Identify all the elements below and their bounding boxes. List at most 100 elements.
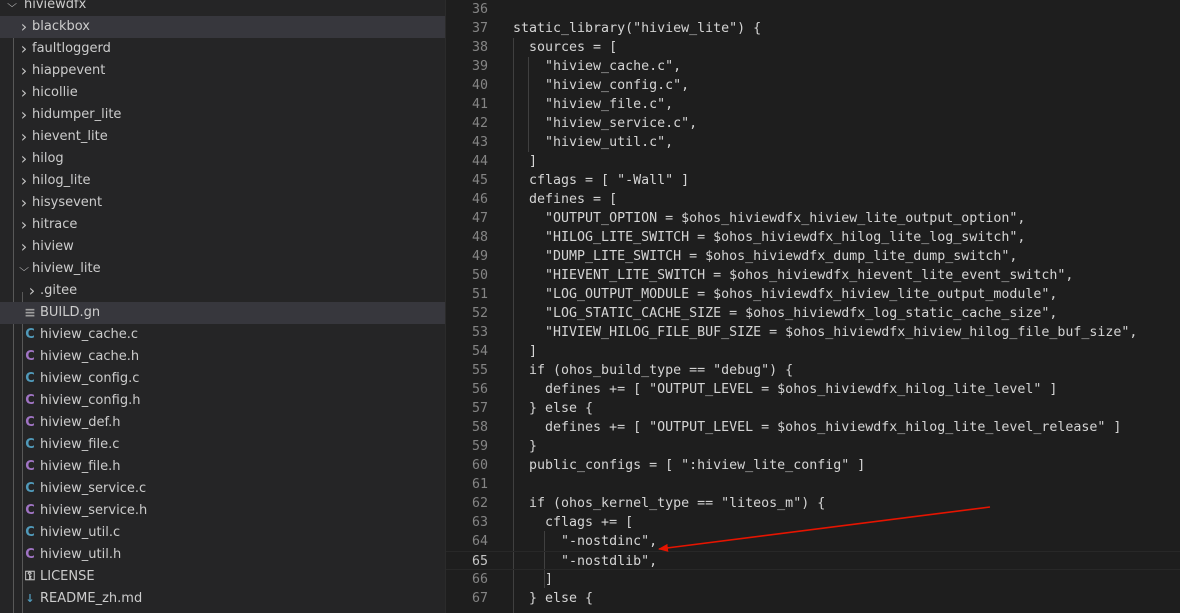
- code-line[interactable]: 49 "DUMP_LITE_SWITCH = $ohos_hiviewdfx_d…: [446, 247, 1180, 266]
- code-text: "hiview_file.c",: [513, 97, 674, 112]
- chevron-right-icon[interactable]: ›: [16, 192, 32, 214]
- explorer-file[interactable]: Chiview_config.c: [0, 368, 445, 390]
- code-text: "hiview_config.c",: [513, 78, 690, 93]
- explorer-folder[interactable]: › hiappevent: [0, 60, 445, 82]
- code-line[interactable]: 36: [446, 0, 1180, 19]
- explorer-file[interactable]: Chiview_config.h: [0, 390, 445, 412]
- code-line[interactable]: 67 } else {: [446, 589, 1180, 608]
- line-number: 66: [471, 572, 488, 587]
- explorer-file[interactable]: ↓ README_zh.md: [0, 588, 445, 610]
- chevron-right-icon[interactable]: ›: [24, 280, 40, 302]
- chevron-right-icon[interactable]: ›: [16, 60, 32, 82]
- code-line[interactable]: 52 "LOG_STATIC_CACHE_SIZE = $ohos_hiview…: [446, 304, 1180, 323]
- explorer-file[interactable]: Chiview_file.h: [0, 456, 445, 478]
- line-number: 36: [471, 2, 488, 17]
- code-text: "HIEVENT_LITE_SWITCH = $ohos_hiviewdfx_h…: [513, 268, 1074, 283]
- code-line[interactable]: 60 public_configs = [ ":hiview_lite_conf…: [446, 456, 1180, 475]
- line-number: 38: [471, 40, 488, 55]
- code-line[interactable]: 65 "-nostdlib",: [446, 551, 1180, 570]
- explorer-file[interactable]: Chiview_service.c: [0, 478, 445, 500]
- explorer-folder[interactable]: › hidumper_lite: [0, 104, 445, 126]
- code-line[interactable]: 66 ]: [446, 570, 1180, 589]
- code-line[interactable]: 37 static_library("hiview_lite") {: [446, 19, 1180, 38]
- explorer-file[interactable]: ≡ BUILD.gn: [0, 302, 445, 324]
- code-text: if (ohos_build_type == "debug") {: [513, 363, 794, 378]
- line-number: 42: [471, 116, 488, 131]
- code-line[interactable]: 64 "-nostdinc",: [446, 532, 1180, 551]
- markdown-icon: ↓: [25, 592, 35, 605]
- code-line[interactable]: 46 defines = [: [446, 190, 1180, 209]
- explorer-file[interactable]: ⚿ LICENSE: [0, 566, 445, 588]
- explorer-folder[interactable]: › hilog: [0, 148, 445, 170]
- code-text: public_configs = [ ":hiview_lite_config"…: [513, 458, 866, 473]
- line-number: 52: [471, 306, 488, 321]
- chevron-right-icon[interactable]: ›: [16, 170, 32, 192]
- code-line[interactable]: 56 defines += [ "OUTPUT_LEVEL = $ohos_hi…: [446, 380, 1180, 399]
- c-header-icon: C: [25, 503, 35, 518]
- explorer-item-label: hiviewdfx: [24, 0, 87, 12]
- explorer-file[interactable]: Chiview_service.h: [0, 500, 445, 522]
- explorer-folder[interactable]: › hilog_lite: [0, 170, 445, 192]
- code-line[interactable]: 63 cflags += [: [446, 513, 1180, 532]
- explorer-folder[interactable]: ⌵ hiview_lite: [0, 258, 445, 280]
- explorer-file[interactable]: Chiview_file.c: [0, 434, 445, 456]
- line-number: 56: [471, 382, 488, 397]
- chevron-right-icon[interactable]: ›: [16, 214, 32, 236]
- explorer-item-label: hiview_cache.c: [40, 327, 139, 342]
- chevron-right-icon[interactable]: ›: [16, 236, 32, 258]
- code-line[interactable]: 57 } else {: [446, 399, 1180, 418]
- explorer-item-label: hiappevent: [32, 63, 106, 78]
- code-line[interactable]: 58 defines += [ "OUTPUT_LEVEL = $ohos_hi…: [446, 418, 1180, 437]
- explorer-folder[interactable]: › hievent_lite: [0, 126, 445, 148]
- chevron-right-icon[interactable]: ›: [16, 104, 32, 126]
- explorer-folder[interactable]: › hicollie: [0, 82, 445, 104]
- code-line[interactable]: 39 "hiview_cache.c",: [446, 57, 1180, 76]
- explorer-folder[interactable]: › hiview: [0, 236, 445, 258]
- explorer-item-label: hiview_lite: [32, 261, 101, 276]
- code-line[interactable]: 50 "HIEVENT_LITE_SWITCH = $ohos_hiviewdf…: [446, 266, 1180, 285]
- code-line[interactable]: 62 if (ohos_kernel_type == "liteos_m") {: [446, 494, 1180, 513]
- explorer-folder[interactable]: › faultloggerd: [0, 38, 445, 60]
- chevron-right-icon[interactable]: ›: [16, 126, 32, 148]
- explorer-file[interactable]: Chiview_def.h: [0, 412, 445, 434]
- chevron-right-icon[interactable]: ›: [16, 38, 32, 60]
- chevron-down-icon[interactable]: ⌵: [2, 0, 23, 16]
- gn-file-icon: ≡: [24, 305, 36, 321]
- explorer-file[interactable]: Chiview_cache.h: [0, 346, 445, 368]
- code-line[interactable]: 48 "HILOG_LITE_SWITCH = $ohos_hiviewdfx_…: [446, 228, 1180, 247]
- chevron-right-icon[interactable]: ›: [16, 82, 32, 104]
- explorer-file[interactable]: Chiview_cache.c: [0, 324, 445, 346]
- explorer-folder[interactable]: › .gitee: [0, 280, 445, 302]
- line-number: 39: [471, 59, 488, 74]
- explorer-item-label: hiview_util.c: [40, 525, 121, 540]
- explorer-folder[interactable]: › hitrace: [0, 214, 445, 236]
- c-header-icon: C: [25, 547, 35, 562]
- explorer-folder[interactable]: › blackbox: [0, 16, 445, 38]
- code-line[interactable]: 54 ]: [446, 342, 1180, 361]
- code-line[interactable]: 59 }: [446, 437, 1180, 456]
- code-line[interactable]: 44 ]: [446, 152, 1180, 171]
- c-file-icon: C: [25, 525, 35, 540]
- explorer-file[interactable]: Chiview_util.c: [0, 522, 445, 544]
- code-line[interactable]: 51 "LOG_OUTPUT_MODULE = $ohos_hiviewdfx_…: [446, 285, 1180, 304]
- code-line[interactable]: 41 "hiview_file.c",: [446, 95, 1180, 114]
- code-line[interactable]: 55 if (ohos_build_type == "debug") {: [446, 361, 1180, 380]
- code-editor[interactable]: 36 37 static_library("hiview_lite") {38 so…: [446, 0, 1180, 613]
- code-text: "-nostdlib",: [513, 554, 658, 569]
- code-line[interactable]: 38 sources = [: [446, 38, 1180, 57]
- chevron-right-icon[interactable]: ›: [16, 16, 32, 38]
- c-header-icon: C: [25, 415, 35, 430]
- explorer-folder[interactable]: › hisysevent: [0, 192, 445, 214]
- code-line[interactable]: 42 "hiview_service.c",: [446, 114, 1180, 133]
- code-line[interactable]: 61: [446, 475, 1180, 494]
- explorer-file[interactable]: Chiview_util.h: [0, 544, 445, 566]
- code-text: "-nostdinc",: [513, 534, 658, 549]
- chevron-right-icon[interactable]: ›: [16, 148, 32, 170]
- code-line[interactable]: 47 "OUTPUT_OPTION = $ohos_hiviewdfx_hivi…: [446, 209, 1180, 228]
- code-line[interactable]: 45 cflags = [ "-Wall" ]: [446, 171, 1180, 190]
- code-line[interactable]: 43 "hiview_util.c",: [446, 133, 1180, 152]
- code-line[interactable]: 53 "HIVIEW_HILOG_FILE_BUF_SIZE = $ohos_h…: [446, 323, 1180, 342]
- code-line[interactable]: 40 "hiview_config.c",: [446, 76, 1180, 95]
- line-number: 51: [471, 287, 488, 302]
- explorer-folder[interactable]: ⌵ hiviewdfx: [0, 0, 445, 16]
